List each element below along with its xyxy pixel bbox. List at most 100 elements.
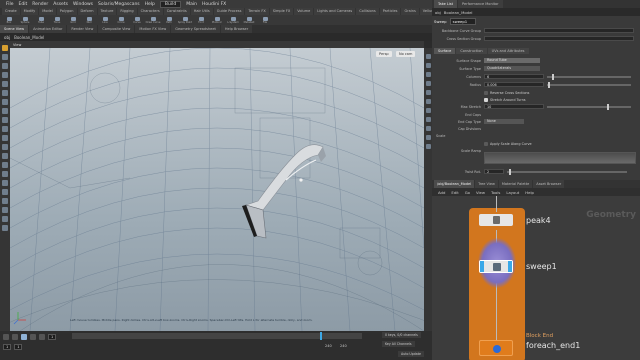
columns-field[interactable]: 6 [484,74,544,79]
max-stretch-field[interactable]: 10 [484,104,544,109]
path-node[interactable]: Boolean_Model [14,35,44,40]
apply-scale-checkbox[interactable] [484,141,488,146]
play-icon[interactable] [21,333,27,340]
tab-material-palette[interactable]: Material Palette [498,180,533,188]
max-stretch-slider[interactable] [547,103,631,110]
menu-solaris[interactable]: Solaris/Megascans [98,2,140,7]
guide-icon[interactable] [425,126,431,131]
scene-viewport[interactable]: Persp No cam Left mouse tumbles. Middle … [10,48,424,331]
cross-section-group-field[interactable] [484,36,634,41]
current-frame-field[interactable]: 1 [48,333,57,340]
nw-menu-add[interactable]: Add [438,190,445,195]
lock-icon[interactable] [2,171,8,177]
auto-update-menu[interactable]: Auto Update [398,351,424,357]
shelf-tool-box[interactable]: Box [2,16,16,24]
shelf-tool-path[interactable]: Path [162,16,176,24]
display-flag[interactable] [480,261,484,272]
shelf-tab[interactable]: Rigging [117,8,137,15]
sweep-tube-mesh[interactable] [242,144,326,239]
shelf-tab[interactable]: Lights and Cameras [314,8,356,15]
menu-edit[interactable]: Edit [19,2,28,7]
scale-ramp-widget[interactable] [484,152,636,164]
select-tool-icon[interactable] [2,45,8,51]
display-options-icon[interactable] [425,54,431,59]
menu-windows[interactable]: Windows [73,2,93,7]
tab-scene-view[interactable]: Scene View [0,25,29,33]
rotate-tool-icon[interactable] [2,63,8,69]
twist-slider[interactable] [507,168,627,175]
render-icon[interactable] [425,144,431,149]
geometry-icon[interactable] [2,162,8,168]
wireframe-icon[interactable] [425,72,431,77]
shelf-tab[interactable]: Guide Process [213,8,245,15]
nw-menu-help[interactable]: Help [525,190,534,195]
shelf-tool-platonic[interactable]: Platonic [210,16,224,24]
jump-end-icon[interactable] [39,333,45,340]
param-path-node[interactable]: Boolean_Model [444,10,473,15]
menu-render[interactable]: Render [32,2,48,7]
tab-take-list[interactable]: Take List [434,0,457,8]
tab-construction[interactable]: Construction [456,48,487,54]
snap-prim-icon[interactable] [2,144,8,150]
nw-menu-tools[interactable]: Tools [491,190,500,195]
face-icon[interactable] [2,207,8,213]
persp-menu-button[interactable]: Persp [376,51,392,57]
shelf-tab[interactable]: Model [39,8,56,15]
render-flag[interactable] [508,261,512,272]
stretch-turns-checkbox[interactable] [484,97,488,102]
tab-geometry-spreadsheet[interactable]: Geometry Spreadsheet [171,25,220,33]
shelf-tool-font[interactable]: Font [194,16,208,24]
columns-slider[interactable] [547,73,631,80]
pose-tool-icon[interactable] [2,90,8,96]
shelf-tab[interactable]: Create [2,8,20,15]
node-name-field[interactable]: sweep1 [449,18,477,25]
radius-slider[interactable] [547,81,631,88]
shelf-tab[interactable]: Texture [97,8,117,15]
shelf-tool-grid[interactable]: Grid [66,16,80,24]
shelf-tool-tube[interactable]: Tube [34,16,48,24]
snap-icon[interactable] [2,108,8,114]
tab-asset-browser[interactable]: Asset Browser [533,180,565,188]
desktop-tab-houdinifx[interactable]: Houdini FX [202,2,226,7]
shelf-tab[interactable]: Collisions [356,8,379,15]
nw-menu-go[interactable]: Go [465,190,470,195]
start-frame-field[interactable]: 1 [3,343,12,350]
shelf-tool-spray-paint[interactable]: Spray Paint [178,16,192,24]
shelf-tab[interactable]: Grains [401,8,419,15]
component-icon[interactable] [2,180,8,186]
shelf-tool-torus[interactable]: Torus [50,16,64,24]
tab-render-view[interactable]: Render View [67,25,98,33]
desktop-tab-main[interactable]: Main [186,2,197,7]
nw-menu-edit[interactable]: Edit [451,190,458,195]
path-obj[interactable]: obj [4,35,10,40]
shelf-tool-null[interactable]: Null [82,16,96,24]
snap-point-icon[interactable] [2,126,8,132]
shelf-tab[interactable]: Volume [294,8,314,15]
snap-curve-icon[interactable] [2,135,8,141]
radius-field[interactable]: 0.006 [484,82,544,87]
tab-motion-fx-view[interactable]: Motion FX View [135,25,171,33]
nw-menu-layout[interactable]: Layout [506,190,519,195]
normal-display-icon[interactable] [425,117,431,122]
tab-tree-view[interactable]: Tree View [475,180,498,188]
scale-tool-icon[interactable] [2,72,8,78]
snap-multi-icon[interactable] [2,153,8,159]
range-start-field[interactable]: 1 [14,343,23,350]
light-icon[interactable] [425,90,431,95]
node-peak4[interactable] [479,214,513,226]
timeline-cursor[interactable] [320,332,322,340]
edge-icon[interactable] [2,198,8,204]
surface-type-dropdown[interactable]: Quadrilaterals [484,66,540,71]
shelf-tab[interactable]: Constraints [163,8,190,15]
camera-menu-button[interactable]: No cam [396,51,416,57]
nw-menu-view[interactable]: View [476,190,485,195]
shelf-tab[interactable]: Hair Utils [190,8,213,15]
shading-icon[interactable] [425,63,431,68]
shelf-tab[interactable]: Terrain FX [245,8,269,15]
network-editor[interactable]: Geometry peak4 sweep1 Block End foreach_… [432,196,640,360]
tab-uvs-attributes[interactable]: UVs and Attributes [487,48,529,54]
node-sweep1[interactable] [479,260,513,273]
menu-file[interactable]: File [6,2,14,7]
menu-help[interactable]: Help [145,2,155,7]
tab-network-path[interactable]: /obj/Boolean_Model [434,180,475,188]
